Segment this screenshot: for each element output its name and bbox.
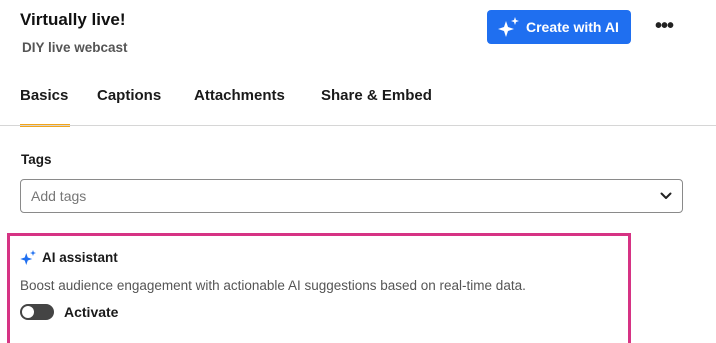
activate-toggle-row: Activate [20,304,118,320]
ai-assistant-header: AI assistant [20,250,118,265]
create-with-ai-button[interactable]: Create with AI [487,10,631,44]
tags-placeholder: Add tags [31,188,87,204]
activate-toggle[interactable] [20,304,54,320]
tabs-divider [0,125,716,126]
page-subtitle: DIY live webcast [22,40,128,55]
tags-label: Tags [21,152,52,167]
tab-attachments[interactable]: Attachments [194,87,285,104]
activate-label: Activate [64,304,119,320]
ai-assistant-title: AI assistant [42,250,118,265]
ai-assistant-description: Boost audience engagement with actionabl… [20,278,526,293]
toggle-knob [22,306,34,318]
tab-share-embed[interactable]: Share & Embed [321,87,432,104]
sparkle-icon [20,250,36,265]
page-title: Virtually live! [20,10,126,29]
tab-basics[interactable]: Basics [20,87,68,104]
chevron-down-icon [660,192,672,199]
more-dots-icon: ••• [654,15,674,37]
more-options-button[interactable]: ••• [652,14,676,38]
tab-captions[interactable]: Captions [97,87,161,104]
tags-select[interactable]: Add tags [20,179,683,213]
sparkle-icon [498,17,519,37]
create-with-ai-label: Create with AI [526,19,619,35]
